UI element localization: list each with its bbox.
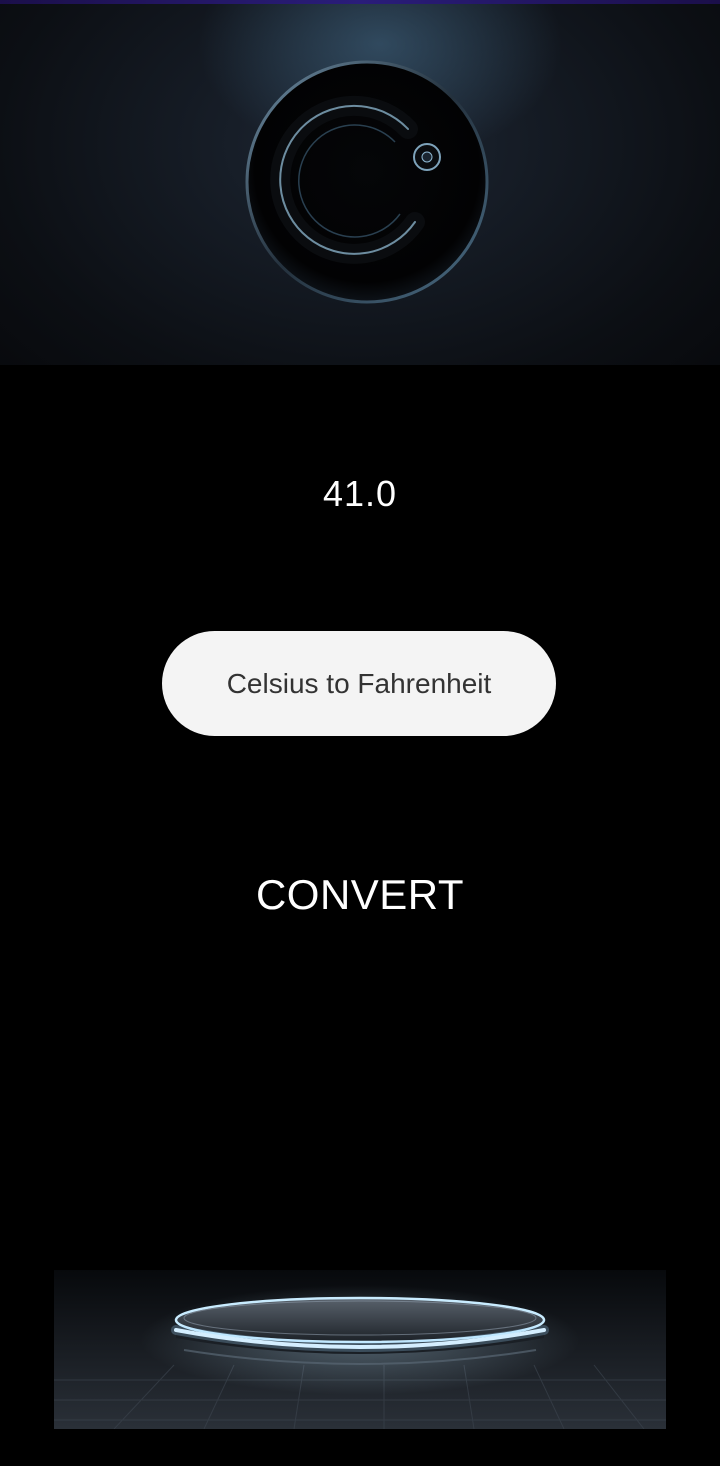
converted-value: 41.0 <box>322 473 398 514</box>
header-image <box>0 4 720 365</box>
glowing-podium-icon <box>54 1270 666 1429</box>
convert-button[interactable]: CONVERT <box>220 860 500 930</box>
conversion-mode-label: Celsius to Fahrenheit <box>226 667 492 699</box>
conversion-mode-selector[interactable]: Celsius to Fahrenheit <box>162 631 556 736</box>
app-screen: 41.0 Celsius to Fahrenheit CONVERT <box>0 0 720 1466</box>
footer-image <box>54 1270 666 1429</box>
celsius-logo-icon <box>245 60 489 304</box>
